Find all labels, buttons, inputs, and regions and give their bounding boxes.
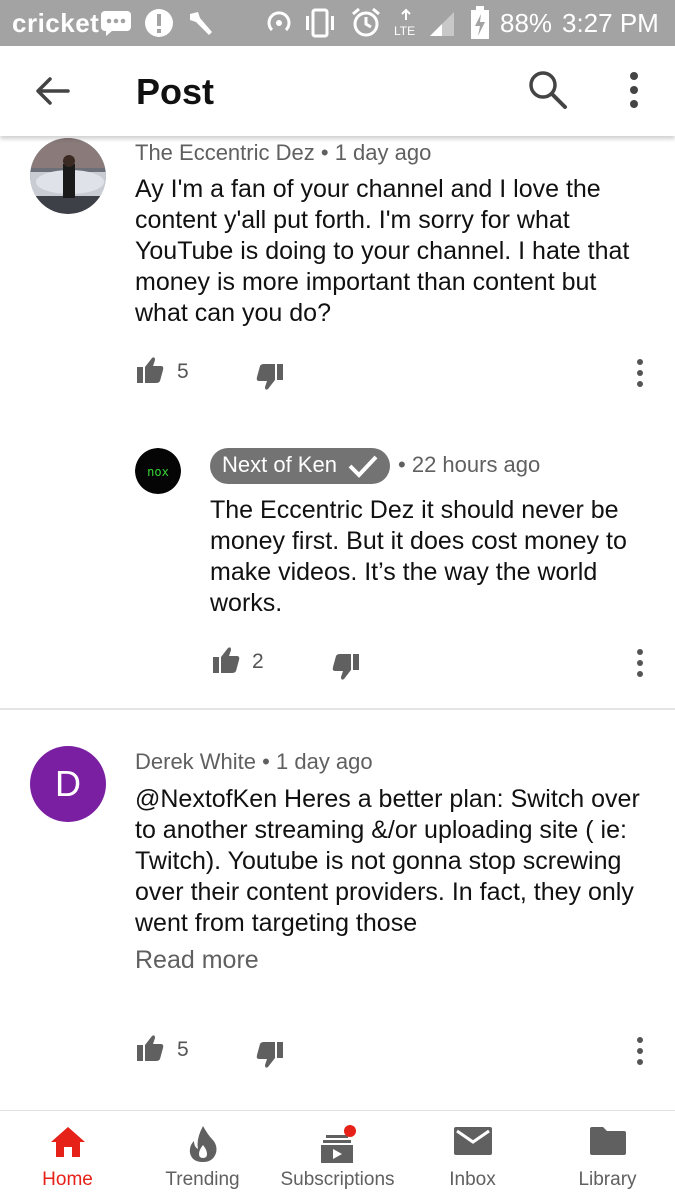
comment-author[interactable]: Derek White: [135, 749, 256, 774]
dislike-icon[interactable]: [255, 362, 285, 392]
nav-label: Home: [42, 1169, 93, 1190]
avatar[interactable]: [30, 138, 106, 214]
like-count: 5: [177, 1038, 189, 1061]
comment-more-icon[interactable]: [632, 358, 648, 388]
carrier-name: cricket: [12, 8, 100, 38]
nav-home[interactable]: Home: [0, 1111, 135, 1200]
nav-label: Library: [578, 1169, 637, 1190]
dislike-icon[interactable]: [331, 652, 361, 682]
svg-text:LTE: LTE: [394, 24, 415, 38]
comment-text: Ay I'm a fan of your channel and I love …: [135, 175, 630, 327]
comment-author: Next of Ken: [222, 452, 337, 477]
notification-badge: [343, 1125, 356, 1137]
comment-meta: Derek White • 1 day ago: [135, 749, 373, 775]
more-vert-icon[interactable]: [614, 68, 654, 112]
search-icon[interactable]: [526, 68, 570, 112]
tools-icon: [190, 12, 212, 35]
like-icon[interactable]: [135, 1033, 165, 1063]
verified-check-icon: [348, 455, 378, 478]
like-icon[interactable]: [211, 645, 241, 675]
comment-meta: • 22 hours ago: [398, 452, 540, 478]
comment-more-icon[interactable]: [632, 648, 648, 678]
like-count: 2: [252, 650, 264, 673]
folder-icon: [589, 1127, 626, 1155]
hotspot-icon: [267, 11, 291, 32]
nav-label: Trending: [165, 1169, 240, 1190]
mail-icon: [453, 1127, 492, 1155]
nav-inbox[interactable]: Inbox: [405, 1111, 540, 1200]
alert-icon: [145, 9, 173, 37]
clock: 3:27 PM: [562, 8, 659, 38]
alarm-icon: [352, 7, 380, 37]
comment-text: @NextofKen Heres a better plan: Switch o…: [135, 785, 640, 937]
message-icon: [101, 11, 131, 36]
comment-divider: [0, 708, 675, 710]
comment-time: 22 hours ago: [411, 452, 541, 477]
lte-signal-icon: LTE: [394, 8, 454, 38]
nav-library[interactable]: Library: [540, 1111, 675, 1200]
comment-more-icon[interactable]: [632, 1036, 648, 1066]
battery-percent: 88%: [500, 8, 553, 38]
nav-subscriptions[interactable]: Subscriptions: [270, 1111, 405, 1200]
subscriptions-icon: [320, 1125, 356, 1163]
like-count: 5: [177, 360, 189, 383]
vibrate-icon: [306, 8, 334, 38]
comment-author[interactable]: The Eccentric Dez: [135, 140, 315, 165]
page-title: Post: [136, 71, 215, 112]
avatar[interactable]: D: [30, 746, 106, 822]
avatar-text: nox: [147, 465, 169, 479]
battery-icon: [471, 6, 489, 39]
comment-text: The Eccentric Dez it should never be mon…: [210, 496, 627, 617]
bottom-navigation: Home Trending Subscriptions Inbox Librar…: [0, 1110, 675, 1200]
home-icon: [50, 1127, 85, 1157]
meta-separator: •: [320, 140, 329, 165]
read-more-link[interactable]: Read more: [135, 946, 259, 975]
meta-separator: •: [262, 749, 270, 774]
flame-icon: [189, 1126, 216, 1162]
back-arrow-icon[interactable]: [30, 71, 74, 111]
nav-trending[interactable]: Trending: [135, 1111, 270, 1200]
nav-label: Inbox: [449, 1169, 496, 1190]
nav-label: Subscriptions: [280, 1169, 395, 1190]
avatar[interactable]: nox: [135, 448, 181, 494]
channel-owner-badge[interactable]: Next of Ken: [210, 448, 390, 484]
dislike-icon[interactable]: [255, 1040, 285, 1070]
like-icon[interactable]: [135, 355, 165, 385]
comment-time: 1 day ago: [276, 749, 373, 774]
status-bar: cricket LTE 88% 3:27 PM: [0, 0, 675, 46]
app-bar: Post: [0, 46, 675, 136]
comment-time: 1 day ago: [334, 140, 432, 165]
meta-separator: •: [398, 452, 406, 477]
comment-meta: The Eccentric Dez • 1 day ago: [135, 140, 431, 166]
